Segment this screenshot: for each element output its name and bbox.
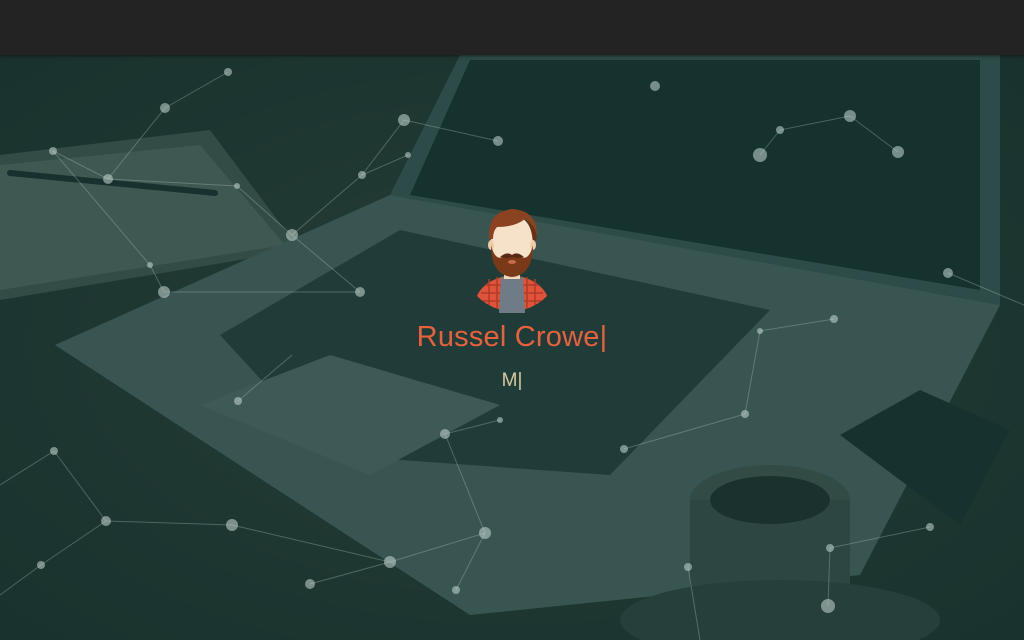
hero-section: Russel Crowe| M|	[0, 55, 1024, 640]
typing-cursor: |	[599, 321, 608, 353]
profile-subtitle-text: M	[501, 370, 518, 391]
top-navbar	[0, 0, 1024, 55]
profile-name: Russel Crowe|	[0, 319, 1024, 355]
profile-block: Russel Crowe| M|	[0, 205, 1024, 393]
profile-name-text: Russel Crowe	[416, 321, 600, 353]
bearded-man-avatar-icon	[475, 209, 549, 313]
profile-subtitle: M|	[0, 369, 1024, 393]
subtitle-typing-cursor: |	[517, 370, 523, 391]
